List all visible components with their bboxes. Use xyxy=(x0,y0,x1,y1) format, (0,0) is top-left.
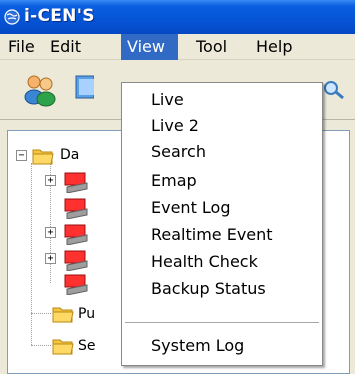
menu-item-system-log[interactable]: System Log xyxy=(122,333,322,359)
expand-icon[interactable]: + xyxy=(45,253,56,264)
monitor-icon xyxy=(75,75,95,99)
tree-node-label: Da xyxy=(60,147,80,163)
menu-item-live-2[interactable]: Live 2 xyxy=(122,113,322,139)
menu-item-realtime-event[interactable]: Realtime Event xyxy=(122,222,322,248)
collapse-icon[interactable]: − xyxy=(16,150,27,161)
menu-item-live[interactable]: Live xyxy=(122,87,322,113)
monitor-button[interactable] xyxy=(74,70,95,108)
device-icon xyxy=(64,172,88,193)
device-icon xyxy=(64,274,88,295)
device-icon xyxy=(64,250,88,271)
globe-icon xyxy=(4,9,20,25)
menu-item-event-log[interactable]: Event Log xyxy=(122,195,322,221)
menu-edit[interactable]: Edit xyxy=(44,34,87,60)
users-icon xyxy=(24,75,56,107)
menu-separator xyxy=(125,322,319,324)
menu-bar: File Edit View Tool Help xyxy=(0,34,355,60)
tree-node-label: Se xyxy=(78,338,96,354)
menu-item-emap[interactable]: Emap xyxy=(122,168,322,194)
menu-help[interactable]: Help xyxy=(250,34,298,60)
menu-tool[interactable]: Tool xyxy=(190,34,233,60)
users-button[interactable] xyxy=(20,70,58,108)
expand-icon[interactable]: + xyxy=(45,227,56,238)
tree-node-label: Pu xyxy=(78,306,96,322)
device-icon xyxy=(64,198,88,219)
view-menu-dropdown: Live Live 2 Search Emap Event Log Realti… xyxy=(121,82,323,366)
menu-view[interactable]: View xyxy=(121,34,178,60)
folder-icon xyxy=(52,307,74,323)
menu-item-search[interactable]: Search xyxy=(122,139,322,165)
folder-icon xyxy=(52,339,74,355)
title-bar[interactable]: i-CEN'S xyxy=(0,0,355,34)
search-icon xyxy=(324,81,344,100)
menu-item-health-check[interactable]: Health Check xyxy=(122,249,322,275)
window-title: i-CEN'S xyxy=(24,6,95,26)
folder-icon xyxy=(32,149,54,165)
device-icon xyxy=(64,224,88,245)
expand-icon[interactable]: + xyxy=(45,175,56,186)
menu-item-backup-status[interactable]: Backup Status xyxy=(122,276,322,302)
menu-file[interactable]: File xyxy=(2,34,41,60)
search-button[interactable] xyxy=(323,70,345,108)
